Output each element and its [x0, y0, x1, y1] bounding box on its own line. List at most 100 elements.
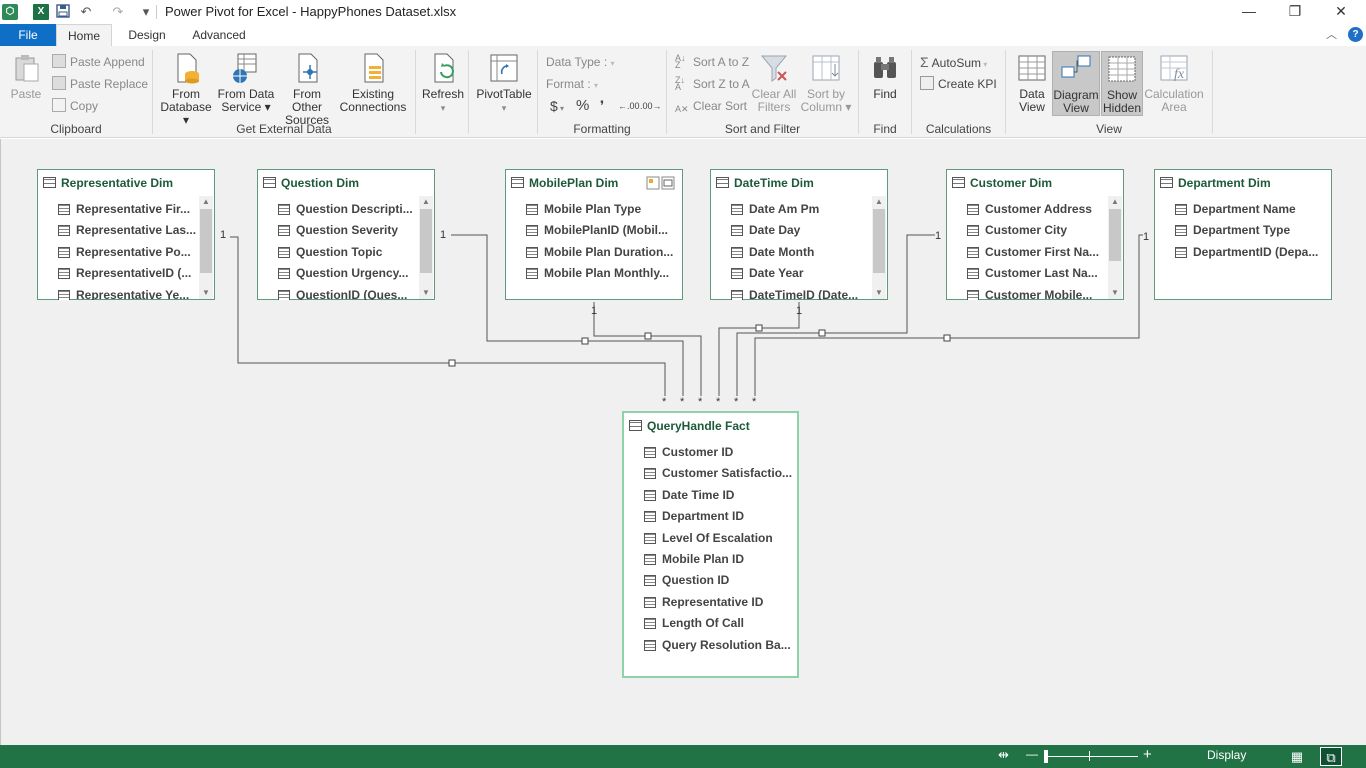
scrollbar-thumb[interactable]	[200, 209, 212, 273]
from-other-sources-button[interactable]: From Other Sources	[277, 52, 337, 127]
column-item[interactable]: RepresentativeID (...	[38, 263, 199, 284]
from-database-button[interactable]: From Database ▾	[157, 52, 215, 127]
table-header[interactable]: DateTime Dim	[711, 170, 887, 196]
diagram-view-icon[interactable]: ⧉	[1320, 747, 1342, 766]
column-item[interactable]: Mobile Plan ID	[624, 549, 797, 570]
table-header[interactable]: Question Dim	[258, 170, 434, 196]
column-item[interactable]: Length Of Call	[624, 613, 797, 634]
zoom-in-button[interactable]: +	[1143, 746, 1152, 763]
fit-to-screen-icon[interactable]: ⇹	[998, 747, 1009, 763]
scroll-up-icon[interactable]: ▲	[199, 196, 213, 208]
comma-button[interactable]: ❜	[600, 96, 604, 116]
autosum-button[interactable]: Σ AutoSum ▾	[920, 52, 987, 72]
show-hidden-button[interactable]: Show Hidden	[1101, 51, 1143, 116]
column-item[interactable]: Department ID	[624, 506, 797, 527]
find-button[interactable]: Find	[865, 52, 905, 101]
column-item[interactable]: Date Am Pm	[711, 199, 872, 220]
column-item[interactable]: Mobile Plan Monthly...	[506, 263, 682, 284]
data-view-button[interactable]: Data View	[1010, 52, 1054, 114]
undo-icon[interactable]: ↶	[78, 4, 94, 20]
paste-append-button[interactable]: Paste Append	[52, 52, 145, 72]
minimize-table-icon[interactable]	[646, 176, 676, 193]
sort-z-to-a-button[interactable]: Z↓ A Sort Z to A	[675, 74, 750, 94]
scroll-up-icon[interactable]: ▲	[419, 196, 433, 208]
column-item[interactable]: Question Descripti...	[258, 199, 419, 220]
scrollbar[interactable]: ▲ ▼	[199, 196, 213, 299]
column-item[interactable]: Representative ID	[624, 592, 797, 613]
increase-decimal-button[interactable]: ←.00	[618, 96, 640, 116]
decrease-decimal-button[interactable]: .00→	[640, 96, 662, 116]
minimize-button[interactable]: —	[1226, 0, 1272, 24]
column-item[interactable]: Question Topic	[258, 242, 419, 263]
table-question-dim[interactable]: Question Dim Question Descripti... Quest…	[257, 169, 435, 300]
sort-by-column-button[interactable]: Sort by Column ▾	[799, 52, 853, 114]
table-mobileplan-dim[interactable]: MobilePlan Dim Mobile Plan Type MobilePl…	[505, 169, 683, 300]
column-item[interactable]: Date Month	[711, 242, 872, 263]
column-item[interactable]: Department Type	[1155, 220, 1331, 241]
tab-advanced[interactable]: Advanced	[186, 24, 252, 46]
grid-view-icon[interactable]: ▦	[1286, 747, 1308, 766]
column-item[interactable]: Date Day	[711, 220, 872, 241]
column-item[interactable]: Date Year	[711, 263, 872, 284]
save-icon[interactable]	[55, 4, 71, 20]
column-item[interactable]: Question Urgency...	[258, 263, 419, 284]
column-item[interactable]: DepartmentID (Depa...	[1155, 242, 1331, 263]
from-data-service-button[interactable]: From Data Service ▾	[215, 52, 277, 114]
table-customer-dim[interactable]: Customer Dim Customer Address Customer C…	[946, 169, 1124, 300]
scroll-up-icon[interactable]: ▲	[872, 196, 886, 208]
close-button[interactable]: ✕	[1318, 0, 1364, 24]
table-department-dim[interactable]: Department Dim Department Name Departmen…	[1154, 169, 1332, 300]
column-item[interactable]: Mobile Plan Duration...	[506, 242, 682, 263]
refresh-button[interactable]: Refresh ▾	[420, 52, 466, 115]
help-icon[interactable]: ?	[1348, 27, 1363, 42]
column-item[interactable]: Customer ID	[624, 442, 797, 463]
excel-icon[interactable]: X	[33, 4, 49, 20]
column-item[interactable]: Mobile Plan Type	[506, 199, 682, 220]
table-queryhandle-fact[interactable]: QueryHandle Fact Customer ID Customer Sa…	[622, 411, 799, 678]
create-kpi-button[interactable]: Create KPI	[920, 74, 997, 94]
column-item[interactable]: Department Name	[1155, 199, 1331, 220]
zoom-slider-thumb[interactable]	[1044, 750, 1048, 763]
paste-button[interactable]: Paste	[8, 52, 44, 101]
scrollbar[interactable]: ▲ ▼	[1108, 196, 1122, 299]
format-dropdown[interactable]: Format : ▾	[546, 74, 598, 94]
scroll-down-icon[interactable]: ▼	[872, 287, 886, 299]
clear-sort-button[interactable]: A✕ Clear Sort	[675, 96, 747, 116]
table-datetime-dim[interactable]: DateTime Dim Date Am Pm Date Day Date Mo…	[710, 169, 888, 300]
column-item[interactable]: Level Of Escalation	[624, 528, 797, 549]
column-item[interactable]: Representative Fir...	[38, 199, 199, 220]
column-item[interactable]: Customer First Na...	[947, 242, 1108, 263]
scroll-down-icon[interactable]: ▼	[199, 287, 213, 299]
pivottable-button[interactable]: PivotTable ▾	[473, 52, 535, 115]
collapse-ribbon-icon[interactable]: ︿	[1326, 26, 1337, 42]
column-item[interactable]: Representative Las...	[38, 220, 199, 241]
scrollbar-thumb[interactable]	[1109, 209, 1121, 261]
column-item[interactable]: Question Severity	[258, 220, 419, 241]
zoom-out-button[interactable]: —	[1026, 747, 1038, 761]
scrollbar[interactable]: ▲ ▼	[872, 196, 886, 299]
column-item[interactable]: Date Time ID	[624, 485, 797, 506]
column-item[interactable]: MobilePlanID (Mobil...	[506, 220, 682, 241]
scroll-up-icon[interactable]: ▲	[1108, 196, 1122, 208]
paste-replace-button[interactable]: Paste Replace	[52, 74, 148, 94]
customize-toolbar-icon[interactable]: ▾	[138, 4, 154, 20]
diagram-canvas[interactable]: 1 1 1 1 1 1 * * * * * * Representative D…	[0, 139, 1366, 745]
clear-all-filters-button[interactable]: Clear All Filters	[751, 52, 797, 114]
tab-file[interactable]: File	[0, 24, 56, 46]
percent-button[interactable]: %	[576, 96, 589, 116]
table-header[interactable]: QueryHandle Fact	[624, 413, 797, 439]
column-item[interactable]: Customer Last Na...	[947, 263, 1108, 284]
scrollbar[interactable]: ▲ ▼	[419, 196, 433, 299]
table-header[interactable]: Department Dim	[1155, 170, 1331, 196]
tab-design[interactable]: Design	[118, 24, 176, 46]
scrollbar-thumb[interactable]	[873, 209, 885, 273]
column-item[interactable]: DateTimeID (Date...	[711, 285, 872, 300]
column-item[interactable]: Representative Ye...	[38, 285, 199, 300]
column-item[interactable]: QuestionID (Ques...	[258, 285, 419, 300]
diagram-view-button[interactable]: Diagram View	[1052, 51, 1100, 116]
maximize-button[interactable]: ❐	[1272, 0, 1318, 24]
column-item[interactable]: Customer Satisfactio...	[624, 463, 797, 484]
redo-icon[interactable]: ↷	[110, 4, 126, 20]
calculation-area-button[interactable]: fx Calculation Area	[1142, 52, 1206, 114]
sort-a-to-z-button[interactable]: A↓ Z Sort A to Z	[675, 52, 749, 72]
